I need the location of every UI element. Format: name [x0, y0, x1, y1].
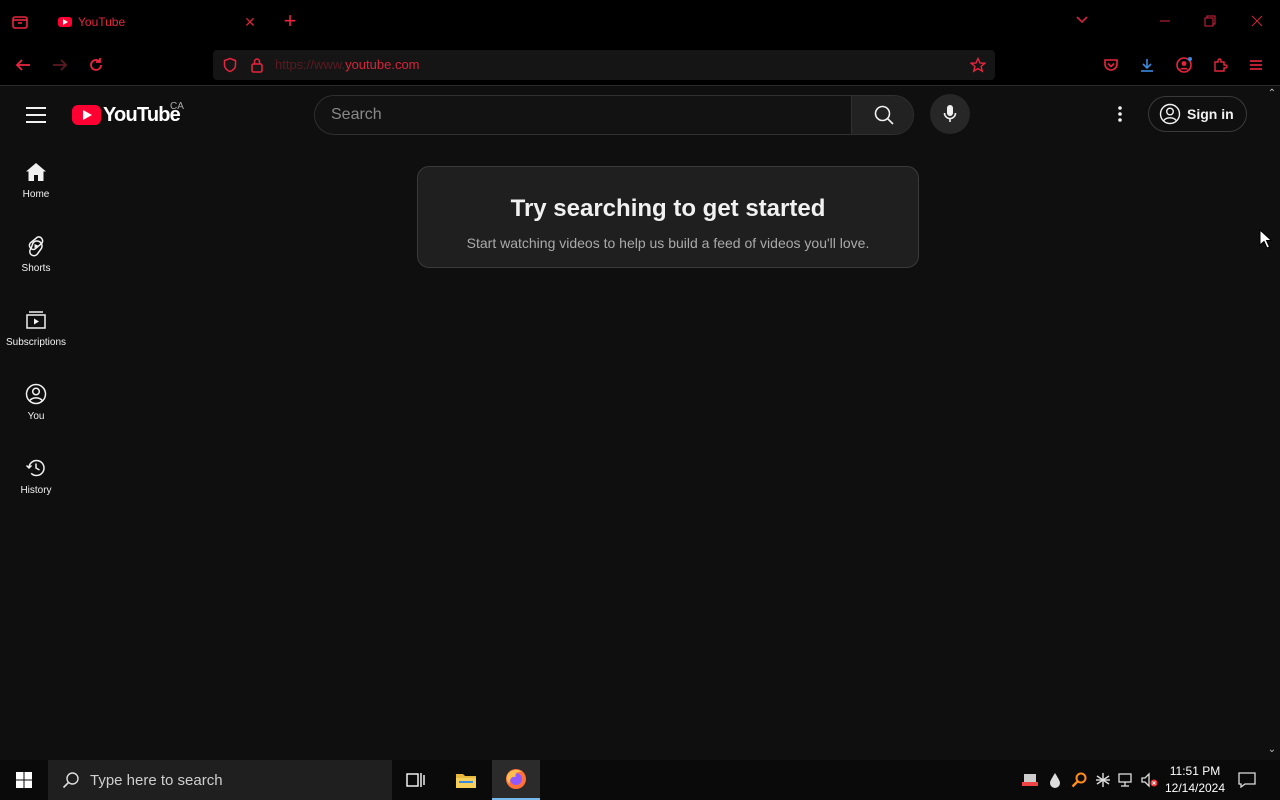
guide-item-history[interactable]: History — [4, 439, 68, 513]
search-input[interactable] — [315, 96, 851, 134]
reload-icon[interactable] — [85, 54, 107, 76]
browser-tab[interactable]: YouTube ✕ — [44, 4, 268, 40]
guide-item-you[interactable]: You — [4, 365, 68, 439]
country-code: CA — [170, 101, 184, 112]
task-view-icon — [406, 773, 425, 787]
home-icon — [26, 163, 46, 181]
search-box — [314, 95, 914, 135]
forward-icon[interactable] — [49, 54, 71, 76]
start-button[interactable] — [0, 760, 48, 800]
windows-taskbar: Type here to search 11:51 PM 12/14/2024 — [0, 760, 1280, 800]
firefox-icon — [506, 769, 526, 789]
url-domain: youtube.com — [345, 57, 420, 72]
guide-menu-icon[interactable] — [24, 103, 48, 127]
mouse-cursor-icon — [1259, 229, 1273, 249]
guide-item-label: Shorts — [21, 263, 51, 274]
guide-item-label: Subscriptions — [5, 337, 67, 348]
app-menu-icon[interactable] — [1245, 54, 1267, 76]
youtube-logo[interactable]: YouTube — [72, 103, 181, 127]
youtube-play-icon — [72, 105, 101, 125]
search-button[interactable] — [851, 96, 913, 134]
guide-item-shorts[interactable]: Shorts — [4, 217, 68, 291]
minimize-icon[interactable] — [1155, 12, 1175, 32]
tab-list-icon[interactable] — [8, 10, 32, 34]
guide-item-subscriptions[interactable]: Subscriptions — [4, 291, 68, 365]
history-icon — [25, 459, 45, 477]
shorts-icon — [28, 236, 44, 257]
windows-logo-icon — [16, 772, 32, 788]
notifications-icon[interactable] — [1236, 770, 1258, 790]
new-tab-icon[interactable]: + — [280, 10, 300, 34]
taskbar-search[interactable]: Type here to search — [48, 760, 392, 800]
bookmark-star-icon[interactable] — [969, 56, 987, 74]
user-circle-icon — [1159, 103, 1181, 125]
you-profile-icon — [25, 383, 47, 405]
page-scrollbar[interactable]: ⌃ ⌄ — [1264, 87, 1280, 759]
tab-title: YouTube — [78, 15, 126, 29]
network-drive-tray-icon[interactable] — [1021, 770, 1039, 790]
subscriptions-icon — [26, 311, 46, 329]
voice-search-button[interactable] — [930, 94, 970, 134]
pocket-icon[interactable] — [1100, 54, 1122, 76]
logo-text: YouTube — [103, 103, 181, 126]
back-icon[interactable] — [12, 54, 34, 76]
account-icon[interactable] — [1173, 54, 1195, 76]
taskbar-search-placeholder: Type here to search — [90, 771, 223, 789]
guide-item-home[interactable]: Home — [4, 143, 68, 217]
tracking-protection-icon[interactable] — [221, 56, 239, 74]
empty-feed-card: Try searching to get started Start watch… — [417, 166, 919, 268]
network-tray-icon[interactable] — [1118, 770, 1136, 790]
list-all-tabs-icon[interactable] — [1072, 12, 1092, 32]
youtube-page: YouTube CA Sign in Home Shorts Subscript… — [0, 87, 1264, 759]
search-icon — [62, 772, 79, 789]
task-view-button[interactable] — [392, 760, 440, 800]
browser-tabbar: YouTube ✕ + — [0, 0, 1280, 44]
url-text[interactable]: https://www.youtube.com — [275, 57, 420, 72]
empty-feed-subtitle: Start watching videos to help us build a… — [466, 235, 870, 251]
close-window-icon[interactable] — [1247, 12, 1267, 32]
droplet-tray-icon[interactable] — [1046, 770, 1064, 790]
browser-navbar: https://www.youtube.com — [0, 44, 1280, 86]
extensions-icon[interactable] — [1209, 54, 1231, 76]
microphone-icon — [943, 105, 957, 122]
url-bar[interactable]: https://www.youtube.com — [213, 50, 995, 80]
sign-in-label: Sign in — [1187, 106, 1234, 122]
guide-item-label: Home — [22, 189, 50, 200]
guide-item-label: You — [27, 411, 45, 422]
downloads-icon[interactable] — [1136, 54, 1158, 76]
clock-date: 12/14/2024 — [1164, 781, 1226, 795]
mini-guide: Home Shorts Subscriptions You History — [4, 143, 68, 513]
bluetooth-tray-icon[interactable] — [1094, 770, 1112, 790]
scroll-down-icon[interactable]: ⌄ — [1266, 745, 1278, 755]
youtube-favicon-icon — [58, 17, 72, 27]
search-icon — [874, 105, 894, 125]
magnifier-tray-icon[interactable] — [1070, 770, 1088, 790]
firefox-button[interactable] — [492, 760, 540, 800]
scroll-up-icon[interactable]: ⌃ — [1266, 89, 1278, 99]
volume-muted-tray-icon[interactable] — [1141, 770, 1159, 790]
restore-icon[interactable] — [1200, 12, 1220, 32]
close-tab-icon[interactable]: ✕ — [242, 14, 258, 30]
lock-icon[interactable] — [248, 56, 266, 74]
sign-in-button[interactable]: Sign in — [1148, 96, 1247, 132]
clock-time: 11:51 PM — [1169, 764, 1221, 778]
url-prefix: https://www. — [275, 57, 346, 72]
settings-more-icon[interactable] — [1108, 102, 1132, 126]
folder-icon — [456, 774, 476, 788]
taskbar-clock[interactable]: 11:51 PM 12/14/2024 — [1160, 763, 1230, 797]
empty-feed-title: Try searching to get started — [510, 195, 826, 222]
guide-item-label: History — [20, 485, 52, 496]
file-explorer-button[interactable] — [442, 760, 490, 800]
